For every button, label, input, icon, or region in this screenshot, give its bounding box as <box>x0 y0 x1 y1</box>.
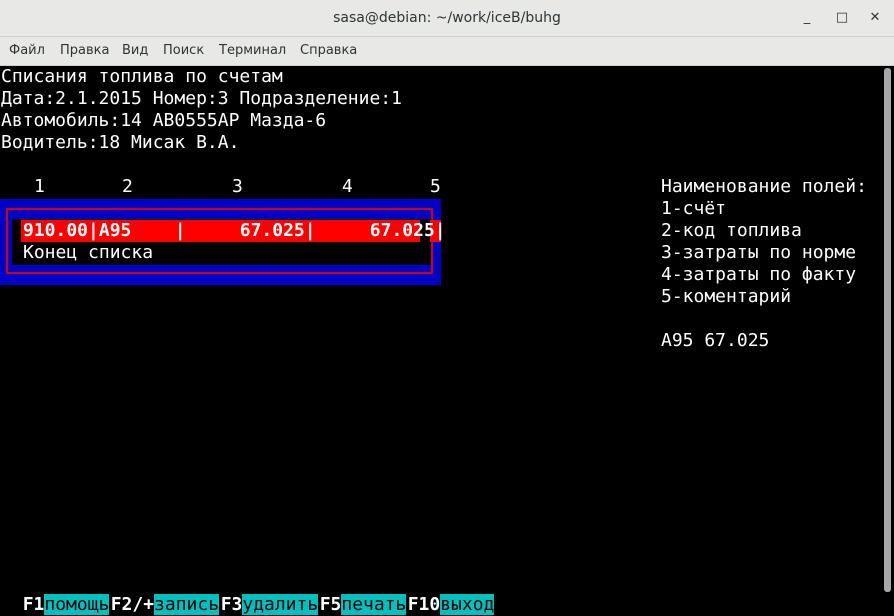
menu-search[interactable]: Поиск <box>163 37 204 65</box>
document-info: Дата:2.1.2015 Номер:3 Подразделение:1 <box>1 88 402 109</box>
column-number-1: 1 <box>34 176 45 197</box>
column-number-3: 3 <box>232 176 243 197</box>
fkey-label: выход <box>440 594 495 615</box>
column-number-5: 5 <box>430 176 441 197</box>
legend-item: 1-счёт <box>661 198 727 219</box>
vehicle-info: Автомобиль:14 АВ0555АР Мазда-6 <box>1 110 327 131</box>
fkey-key: F2/+ <box>110 594 155 615</box>
window-titlebar: sasa@debian: ~/work/iceB/buhg _ □ ✕ <box>0 0 894 37</box>
column-number-2: 2 <box>122 176 133 197</box>
minimize-icon[interactable]: _ <box>796 7 818 29</box>
legend-title: Наименование полей: <box>661 176 867 197</box>
selected-summary: А95 67.025 <box>661 330 770 351</box>
legend-item: 5-коментарий <box>661 286 792 307</box>
table-row[interactable]: 910.00|А95 | 67.025| 67.025| <box>23 220 446 242</box>
legend-item: 2-код топлива <box>661 220 802 241</box>
scrollbar-thumb[interactable] <box>884 68 891 592</box>
close-icon[interactable]: ✕ <box>864 7 886 29</box>
maximize-icon[interactable]: □ <box>831 7 853 29</box>
end-of-list: Конец списка <box>23 242 154 263</box>
menu-help[interactable]: Справка <box>300 37 357 65</box>
column-number-4: 4 <box>342 176 353 197</box>
fkey-key: F5 <box>319 594 342 615</box>
fkey-f10[interactable]: F10выход <box>386 572 495 615</box>
fkey-key: F3 <box>220 594 243 615</box>
driver-info: Водитель:18 Мисак В.А. <box>1 132 240 153</box>
fkey-key: F1 <box>22 594 45 615</box>
menu-file[interactable]: Файл <box>9 37 45 65</box>
fkey-key: F10 <box>407 594 441 615</box>
window-title: sasa@debian: ~/work/iceB/buhg <box>333 10 561 26</box>
menu-terminal[interactable]: Терминал <box>219 37 286 65</box>
legend-item: 4-затраты по факту <box>661 264 857 285</box>
menu-edit[interactable]: Правка <box>60 37 109 65</box>
menu-view[interactable]: Вид <box>122 37 148 65</box>
report-title: Списания топлива по счетам <box>1 66 283 87</box>
menu-bar: Файл Правка Вид Поиск Терминал Справка <box>0 37 894 66</box>
legend-item: 3-затраты по норме <box>661 242 857 263</box>
